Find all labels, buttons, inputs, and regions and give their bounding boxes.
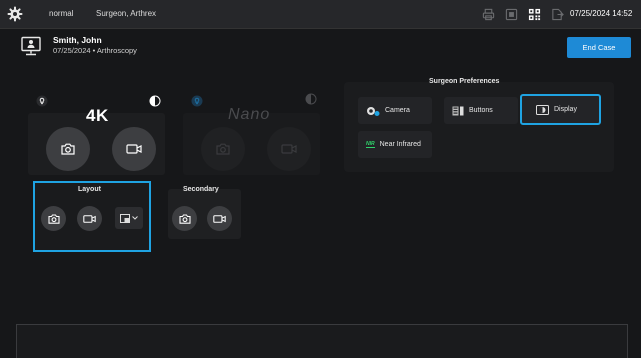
pref-near-infrared-label: Near Infrared (379, 141, 421, 148)
layout-icon (120, 213, 130, 223)
video-icon (281, 144, 297, 154)
pref-display-label: Display (554, 106, 577, 113)
flag-icon[interactable] (505, 8, 518, 21)
record-video-button[interactable] (112, 127, 156, 171)
printer-icon[interactable] (482, 8, 495, 21)
layout-label: Layout (78, 186, 101, 193)
pref-near-infrared-button[interactable]: NIR Near Infrared (358, 131, 432, 158)
layout-capture-photo-button[interactable] (41, 206, 66, 231)
source-4k-title: 4K (86, 106, 109, 125)
patient-display-icon (21, 36, 41, 56)
camera-icon (178, 213, 191, 224)
pref-display-button[interactable]: Display (520, 94, 601, 125)
light-bulb-icon[interactable] (191, 95, 203, 107)
qr-icon[interactable] (528, 8, 541, 21)
capture-photo-button[interactable] (46, 127, 90, 171)
video-icon (83, 214, 96, 223)
pref-camera-label: Camera (385, 107, 410, 114)
video-icon (213, 214, 226, 223)
camera-icon (61, 143, 75, 155)
pref-camera-button[interactable]: Camera (358, 97, 432, 124)
camera-icon (216, 143, 230, 155)
nir-badge-icon: NIR (366, 141, 375, 148)
secondary-label: Secondary (183, 186, 219, 193)
surgeon-label: Surgeon, Arthrex (96, 9, 157, 18)
pref-buttons-label: Buttons (469, 107, 493, 114)
mode-label: normal (49, 9, 74, 18)
secondary-record-video-button[interactable] (207, 206, 232, 231)
light-bulb-icon[interactable] (36, 95, 48, 107)
export-icon[interactable] (551, 8, 564, 21)
chevron-down-icon (132, 216, 138, 220)
patient-name: Smith, John (53, 35, 102, 45)
white-balance-icon[interactable] (149, 95, 161, 107)
capture-photo-button-nano[interactable] (201, 127, 245, 171)
top-bar: normal Surgeon, Arthrex 07/25/2024 14:52 (0, 0, 641, 29)
layout-dropdown[interactable] (115, 207, 143, 229)
surgeon-preferences-title: Surgeon Preferences (429, 78, 500, 85)
camera-head-icon (367, 106, 380, 116)
source-nano-title: Nano (228, 106, 271, 123)
video-icon (126, 144, 142, 154)
layout-record-video-button[interactable] (77, 206, 102, 231)
bottom-panel (16, 324, 628, 358)
end-case-button[interactable]: End Case (567, 37, 631, 58)
datetime-label: 07/25/2024 14:52 (570, 9, 633, 18)
record-video-button-nano[interactable] (267, 127, 311, 171)
patient-details: 07/25/2024 • Arthroscopy (53, 46, 137, 55)
pref-buttons-button[interactable]: Buttons (444, 97, 518, 124)
secondary-capture-photo-button[interactable] (172, 206, 197, 231)
camera-icon (47, 213, 60, 224)
buttons-icon (452, 106, 464, 115)
display-icon (536, 104, 549, 115)
gear-icon[interactable] (7, 6, 23, 22)
white-balance-icon[interactable] (305, 93, 317, 105)
